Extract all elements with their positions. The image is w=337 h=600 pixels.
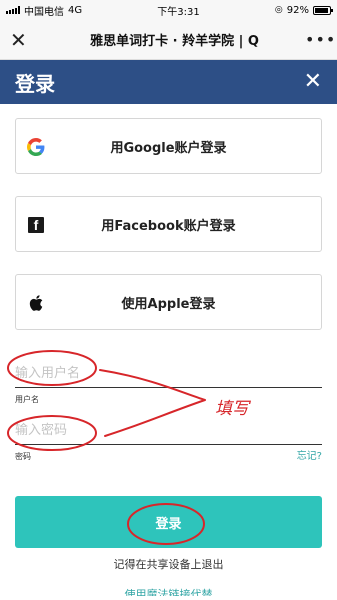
login-title: 登录 bbox=[15, 71, 55, 96]
login-close-icon[interactable]: ✕ bbox=[304, 71, 322, 93]
forgot-password-link[interactable]: 忘记? bbox=[297, 447, 322, 462]
remember-logout-text: 记得在共享设备上退出 bbox=[113, 558, 224, 571]
signal-icon bbox=[6, 6, 20, 14]
username-input[interactable] bbox=[15, 352, 322, 388]
battery-text: 92% bbox=[286, 4, 309, 16]
password-caption: 密码 bbox=[15, 452, 31, 461]
submit-login-label: 登录 bbox=[155, 516, 182, 532]
submit-login-button[interactable]: 登录 bbox=[15, 496, 322, 548]
close-icon[interactable]: ✕ bbox=[10, 29, 32, 51]
page-title: 雅思单词打卡 · 羚羊学院 | Q bbox=[90, 34, 259, 49]
apple-icon bbox=[26, 293, 46, 313]
google-icon bbox=[26, 137, 46, 157]
facebook-icon: f bbox=[26, 215, 46, 235]
battery-icon bbox=[313, 5, 333, 15]
username-caption: 用户名 bbox=[15, 395, 39, 404]
lock-rotation-icon: ◎ bbox=[274, 5, 283, 15]
password-field-group: 密码 忘记? bbox=[15, 409, 322, 462]
google-login-button[interactable]: 用Google账户登录 bbox=[15, 118, 322, 174]
login-header: 登录 ✕ bbox=[0, 60, 337, 104]
username-field-group: 用户名 bbox=[15, 352, 322, 405]
facebook-login-button[interactable]: f 用Facebook账户登录 bbox=[15, 196, 322, 252]
login-content: 用Google账户登录 f 用Facebook账户登录 使用Apple登录 用户… bbox=[0, 104, 337, 596]
network-text: 4G bbox=[68, 4, 83, 16]
status-right: ◎ 92% bbox=[274, 4, 333, 16]
status-bar: 中国电信 4G 下午3:31 ◎ 92% bbox=[0, 0, 337, 20]
apple-login-button[interactable]: 使用Apple登录 bbox=[15, 274, 322, 330]
google-login-label: 用Google账户登录 bbox=[110, 140, 227, 156]
password-input[interactable] bbox=[15, 409, 322, 445]
status-left: 中国电信 4G bbox=[6, 3, 82, 18]
magic-link[interactable]: 使用魔法链接代替 bbox=[15, 586, 322, 596]
clock-text: 下午3:31 bbox=[157, 6, 200, 18]
webview-title-bar: ✕ 雅思单词打卡 · 羚羊学院 | Q ••• bbox=[0, 20, 337, 60]
carrier-text: 中国电信 bbox=[24, 6, 64, 18]
more-icon[interactable]: ••• bbox=[305, 30, 335, 49]
facebook-login-label: 用Facebook账户登录 bbox=[101, 218, 236, 234]
apple-login-label: 使用Apple登录 bbox=[121, 296, 216, 312]
